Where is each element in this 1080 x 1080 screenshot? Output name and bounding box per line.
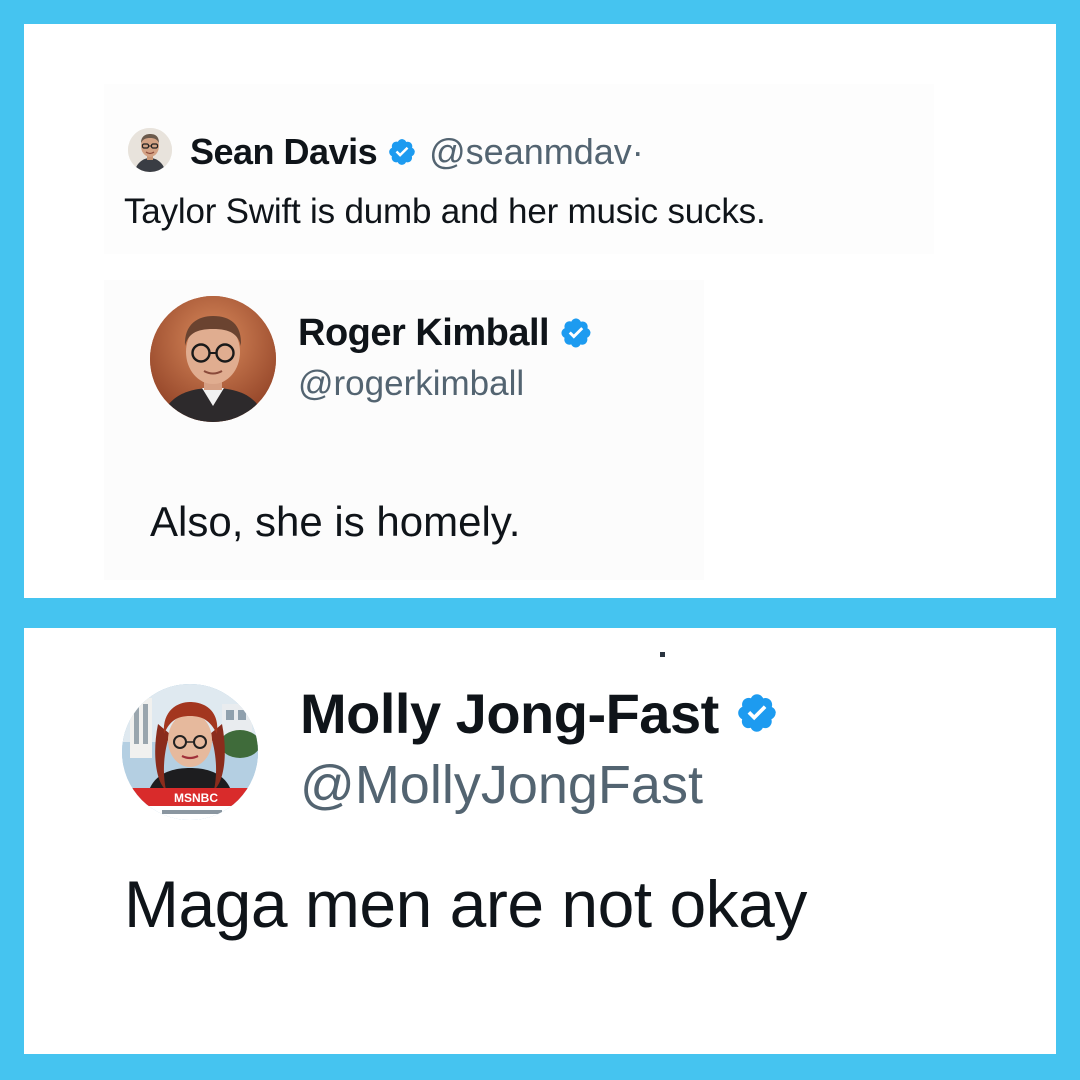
roger-name-row: Roger Kimball bbox=[298, 308, 593, 358]
tweet-text: Taylor Swift is dumb and her music sucks… bbox=[124, 192, 766, 231]
tweet-text: Maga men are not okay bbox=[124, 867, 807, 941]
profile-photo-icon: MSNBC bbox=[122, 684, 258, 820]
display-name[interactable]: Roger Kimball bbox=[298, 312, 550, 355]
avatar-roger-kimball[interactable] bbox=[150, 296, 276, 422]
tweet-text: Also, she is homely. bbox=[150, 498, 521, 545]
verified-badge-icon bbox=[387, 137, 417, 167]
molly-name-row: Molly Jong-Fast bbox=[300, 680, 779, 746]
avatar-sean-davis[interactable] bbox=[128, 128, 172, 172]
handle[interactable]: @MollyJongFast bbox=[300, 754, 703, 816]
svg-text:MSNBC: MSNBC bbox=[174, 791, 218, 805]
verified-badge-icon bbox=[559, 316, 593, 350]
profile-photo-icon bbox=[128, 128, 172, 172]
profile-photo-icon bbox=[150, 296, 276, 422]
verified-badge-icon bbox=[735, 691, 779, 735]
avatar-molly-jong-fast[interactable]: MSNBC bbox=[122, 684, 258, 820]
display-name[interactable]: Molly Jong-Fast bbox=[300, 681, 719, 746]
display-name[interactable]: Sean Davis bbox=[190, 131, 378, 173]
separator-dot: · bbox=[631, 131, 644, 172]
sean-name-row: Sean Davis @seanmdav · bbox=[190, 130, 644, 174]
handle[interactable]: @rogerkimball bbox=[298, 364, 524, 404]
handle[interactable]: @seanmdav bbox=[429, 131, 632, 173]
separator-mark bbox=[660, 652, 665, 657]
